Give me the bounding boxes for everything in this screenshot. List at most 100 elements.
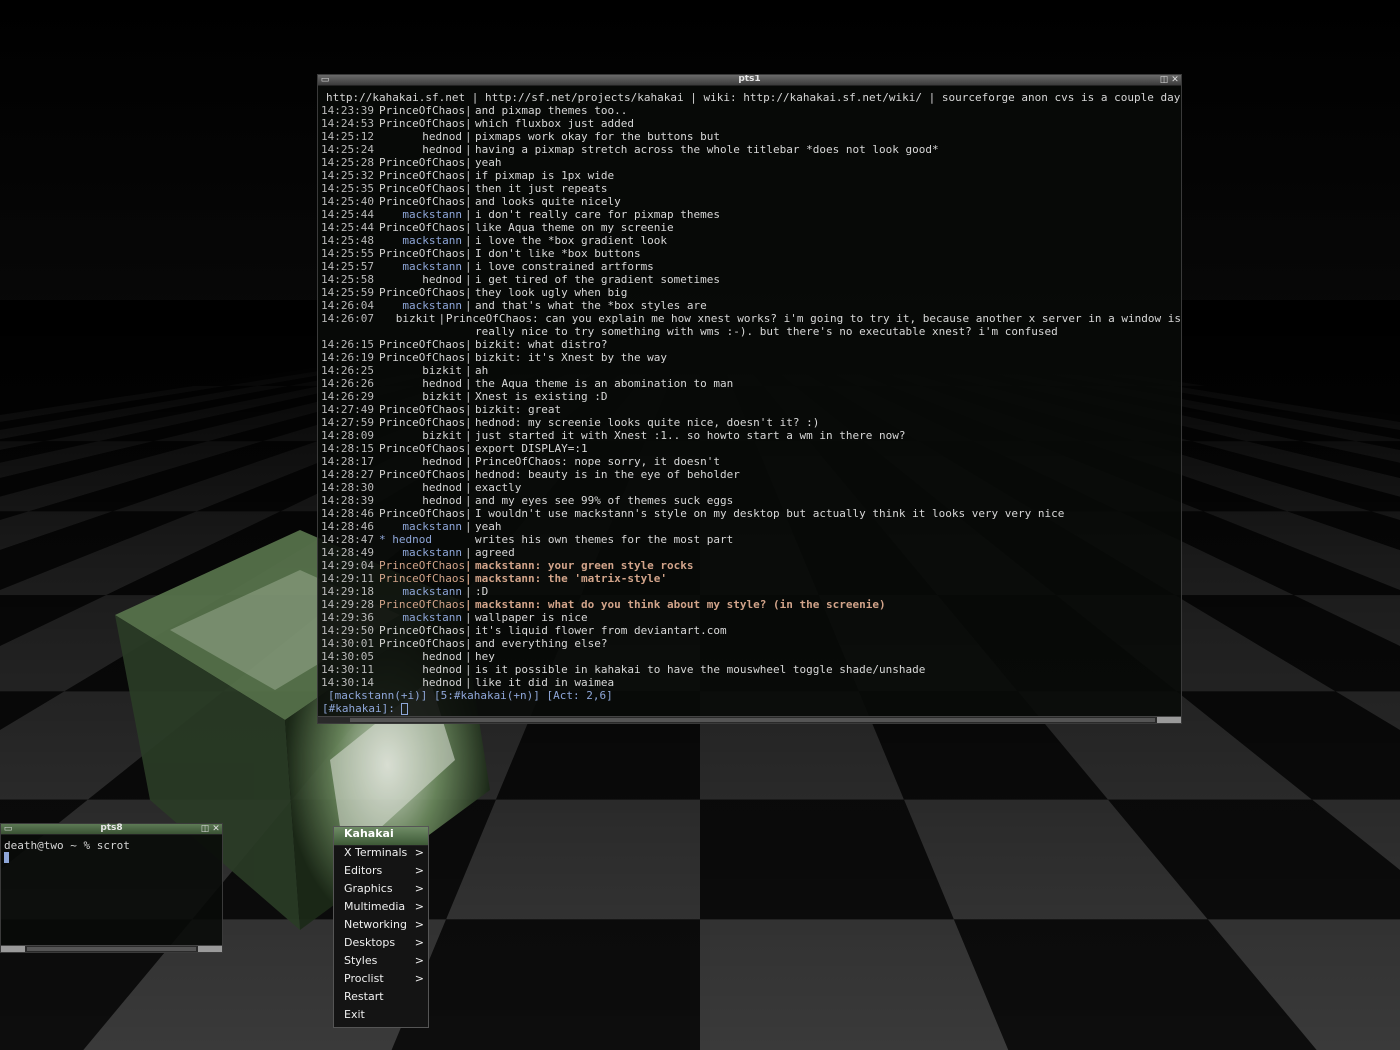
- nickname[interactable]: PrinceOfChaos: [379, 507, 465, 520]
- chat-line: 14:24:53 PrinceOfChaos | which fluxbox just…: [318, 117, 1181, 130]
- channel-prompt: [#kahakai]:: [322, 702, 402, 715]
- message-text: bizkit: it's Xnest by the way: [475, 351, 668, 364]
- chat-line: 14:30:01 PrinceOfChaos | and everything els…: [318, 637, 1181, 650]
- small-window-titlebar[interactable]: ▭ pts8 ◫ ✕: [1, 823, 222, 835]
- message-text: it's liquid flower from deviantart.com: [475, 624, 727, 637]
- nickname[interactable]: PrinceOfChaos: [379, 182, 465, 195]
- menu-item-networking[interactable]: Networking >: [334, 918, 428, 936]
- column-separator: |: [438, 312, 446, 325]
- nickname[interactable]: bizkit: [379, 390, 465, 403]
- message-text: mackstann: your green style rocks: [475, 559, 694, 572]
- column-separator: |: [465, 455, 472, 468]
- chat-line: 14:28:17 hednod | PrinceOfChaos: nope sorry…: [318, 455, 1181, 468]
- menu-item-multimedia[interactable]: Multimedia >: [334, 900, 428, 918]
- nickname[interactable]: PrinceOfChaos: [379, 247, 465, 260]
- nickname[interactable]: hednod: [379, 130, 465, 143]
- nickname[interactable]: hednod: [379, 273, 465, 286]
- nickname[interactable]: PrinceOfChaos: [379, 572, 465, 585]
- nickname[interactable]: PrinceOfChaos: [379, 598, 465, 611]
- scrollbar-left-cap[interactable]: [1, 946, 25, 952]
- small-terminal-window[interactable]: ▭ pts8 ◫ ✕ death@two ~ % scrot: [0, 823, 223, 953]
- nickname[interactable]: PrinceOfChaos: [379, 559, 465, 572]
- menu-item-styles[interactable]: Styles >: [334, 954, 428, 972]
- scrollbar-thumb[interactable]: [27, 947, 196, 951]
- menu-item-editors[interactable]: Editors >: [334, 864, 428, 882]
- nickname[interactable]: PrinceOfChaos: [379, 221, 465, 234]
- nickname[interactable]: PrinceOfChaos: [379, 416, 465, 429]
- chat-line: 14:25:35 PrinceOfChaos | then it just repea…: [318, 182, 1181, 195]
- maximize-icon[interactable]: ◫: [200, 824, 210, 834]
- nickname[interactable]: PrinceOfChaos: [379, 637, 465, 650]
- irc-input-line[interactable]: [#kahakai]:: [318, 702, 1181, 715]
- nickname[interactable]: mackstann: [379, 234, 465, 247]
- nickname[interactable]: PrinceOfChaos: [379, 286, 465, 299]
- nickname[interactable]: PrinceOfChaos: [379, 442, 465, 455]
- nickname[interactable]: PrinceOfChaos: [379, 351, 465, 364]
- nickname[interactable]: hednod: [379, 676, 465, 689]
- close-icon[interactable]: ✕: [211, 824, 221, 834]
- nickname[interactable]: PrinceOfChaos: [379, 624, 465, 637]
- column-separator: |: [465, 403, 472, 416]
- timestamp: 14:26:07: [321, 312, 374, 325]
- message-text: hednod: my screenie looks quite nice, do…: [475, 416, 820, 429]
- close-icon[interactable]: ✕: [1170, 75, 1180, 85]
- nickname[interactable]: mackstann: [379, 546, 465, 559]
- nickname[interactable]: mackstann: [379, 260, 465, 273]
- nickname[interactable]: mackstann: [379, 520, 465, 533]
- maximize-icon[interactable]: ◫: [1159, 75, 1169, 85]
- menu-item-restart[interactable]: Restart: [334, 990, 428, 1008]
- menu-item-exit[interactable]: Exit: [334, 1008, 428, 1026]
- menu-item-graphics[interactable]: Graphics >: [334, 882, 428, 900]
- message-text: yeah: [475, 520, 502, 533]
- column-separator: |: [465, 585, 472, 598]
- nickname[interactable]: mackstann: [379, 208, 465, 221]
- nickname[interactable]: PrinceOfChaos: [379, 156, 465, 169]
- scrollbar-end-cap[interactable]: [1157, 717, 1181, 723]
- column-separator: |: [465, 286, 472, 299]
- nickname[interactable]: hednod: [379, 494, 465, 507]
- irc-terminal-window[interactable]: ▭ pts1 ◫ ✕ http://kahakai.sf.net | http:…: [317, 74, 1182, 724]
- nickname[interactable]: hednod: [379, 663, 465, 676]
- nickname[interactable]: hednod: [379, 377, 465, 390]
- timestamp: 14:28:49: [321, 546, 374, 559]
- nickname[interactable]: bizkit: [379, 364, 465, 377]
- submenu-arrow-icon: >: [414, 882, 424, 895]
- scrollbar-right-cap[interactable]: [198, 946, 222, 952]
- nickname[interactable]: PrinceOfChaos: [379, 403, 465, 416]
- nickname[interactable]: [379, 325, 465, 338]
- menu-item-proclist[interactable]: Proclist >: [334, 972, 428, 990]
- column-separator: |: [465, 104, 472, 117]
- nickname[interactable]: hednod: [379, 143, 465, 156]
- message-text: which fluxbox just added: [475, 117, 634, 130]
- timestamp: 14:28:15: [321, 442, 374, 455]
- nickname[interactable]: PrinceOfChaos: [379, 338, 465, 351]
- message-text: i love the *box gradient look: [475, 234, 668, 247]
- nickname[interactable]: PrinceOfChaos: [379, 117, 465, 130]
- small-scrollbar[interactable]: [1, 945, 222, 952]
- nickname[interactable]: hednod: [379, 481, 465, 494]
- column-separator: |: [465, 234, 472, 247]
- irc-status-bar: [mackstann(+i)] [5:#kahakai(+n)] [Act: 2…: [328, 689, 613, 702]
- nickname[interactable]: PrinceOfChaos: [379, 468, 465, 481]
- root-menu[interactable]: Kahakai X Terminals > Editors > Graphics > Mul…: [333, 826, 429, 1028]
- nickname[interactable]: hednod: [379, 455, 465, 468]
- scrollbar-thumb[interactable]: [350, 718, 1155, 722]
- nickname[interactable]: PrinceOfChaos: [379, 195, 465, 208]
- menu-item-desktops[interactable]: Desktops >: [334, 936, 428, 954]
- nickname[interactable]: hednod: [379, 650, 465, 663]
- nickname[interactable]: bizkit: [379, 429, 465, 442]
- irc-window-titlebar[interactable]: ▭ pts1 ◫ ✕: [318, 75, 1181, 86]
- small-terminal-body[interactable]: death@two ~ % scrot: [1, 835, 222, 870]
- nickname[interactable]: bizkit: [374, 312, 439, 325]
- chat-line: 14:28:46 PrinceOfChaos | I wouldn't use mac…: [318, 507, 1181, 520]
- nickname[interactable]: PrinceOfChaos: [379, 104, 465, 117]
- chat-line: 14:30:11 hednod | is it possible in kahakai…: [318, 663, 1181, 676]
- nickname[interactable]: PrinceOfChaos: [379, 169, 465, 182]
- menu-item-x-terminals[interactable]: X Terminals >: [334, 846, 428, 864]
- irc-scrollbar[interactable]: [318, 716, 1181, 723]
- nickname[interactable]: * hednod: [379, 533, 465, 546]
- nickname[interactable]: mackstann: [379, 585, 465, 598]
- chat-line: 14:28:09 bizkit | just started it with Xnes…: [318, 429, 1181, 442]
- nickname[interactable]: mackstann: [379, 611, 465, 624]
- nickname[interactable]: mackstann: [379, 299, 465, 312]
